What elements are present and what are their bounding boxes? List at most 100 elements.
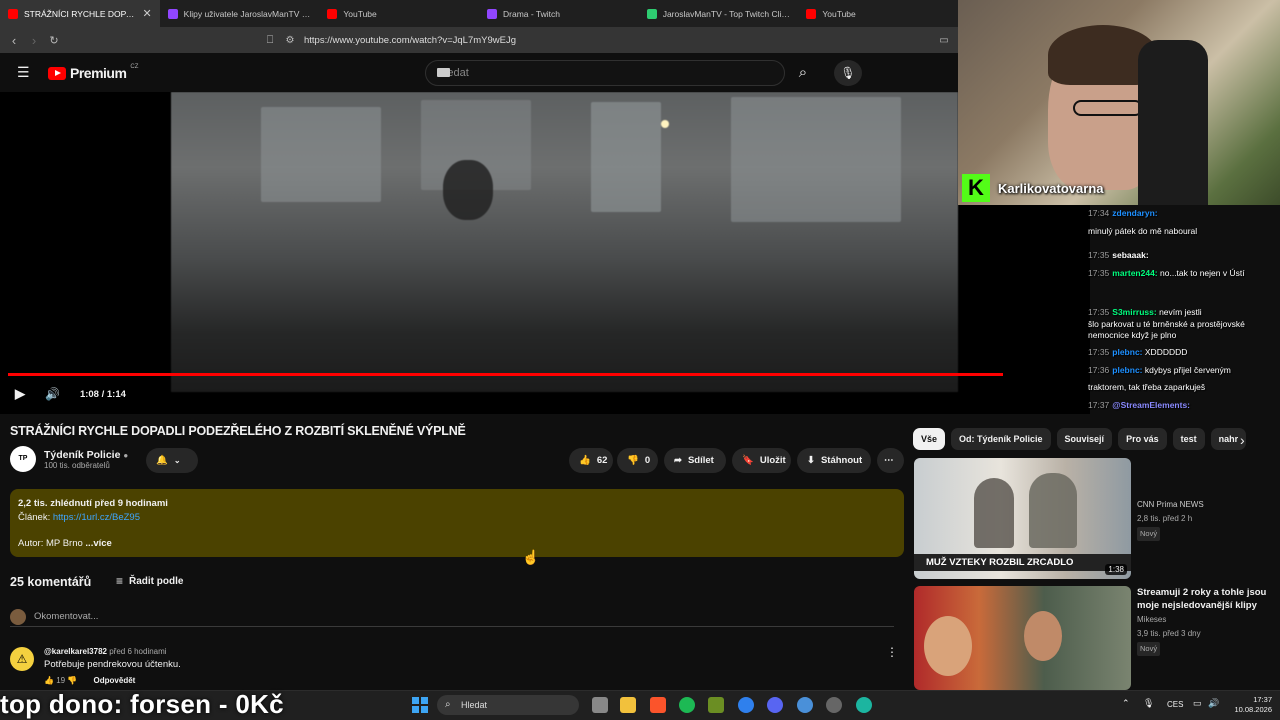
chat-line: 17:35 sebaaak: (1088, 250, 1149, 260)
youtube-favicon-icon (806, 8, 817, 19)
comment-menu-icon[interactable]: ⋮ (886, 645, 898, 659)
related-meta: 2,8 tis. před 2 h (1137, 514, 1193, 523)
brave-browser-icon[interactable] (650, 697, 666, 713)
streamer-webcam (958, 0, 1280, 205)
like-button[interactable]: 👍 62 (569, 448, 613, 473)
description-author: Autor: MP Brno ...více (18, 538, 112, 549)
address-bar-row: ‹ › ↻ ⎕ ⚙ https://www.youtube.com/watch?… (0, 27, 958, 53)
microphone-icon[interactable]: 🎙 (834, 60, 862, 86)
twitch-favicon-icon (487, 8, 498, 19)
related-thumbnail[interactable] (914, 586, 1131, 690)
channel-avatar[interactable]: TP (10, 446, 36, 472)
menu-icon[interactable]: ☰ (17, 65, 31, 79)
channel-name[interactable]: Týdeník Policie ● (44, 449, 128, 461)
spotify-icon[interactable] (679, 697, 695, 713)
like-count: 62 (596, 455, 608, 466)
file-explorer-icon[interactable] (620, 697, 636, 713)
bell-icon: 🔔 (156, 455, 168, 466)
taskbar-clock[interactable]: 17:37 10.08.2026 (1230, 695, 1272, 715)
chat-line: 17:37 @StreamElements: (1088, 400, 1191, 410)
tray-chevron-icon[interactable]: ⌃ (1122, 698, 1130, 709)
bookmark-icon[interactable]: ⎕ (260, 34, 280, 47)
comment-author[interactable]: @karelkarel3782 (44, 647, 107, 656)
notification-bell-button[interactable]: 🔔 ⌄ (146, 448, 198, 473)
user-avatar (10, 608, 26, 625)
search-icon[interactable]: ⌕ (785, 60, 821, 86)
app-icon[interactable] (708, 697, 724, 713)
browser-tab[interactable]: YouTube (319, 0, 479, 27)
related-title[interactable]: Streamuji 2 roky a tohle jsou moje nejsl… (1137, 587, 1267, 612)
volume-icon[interactable]: 🔊 (1208, 698, 1219, 709)
task-view-icon[interactable] (592, 697, 608, 713)
browser-tab[interactable]: Klipy uživatele JaroslavManTV - Twi (160, 0, 320, 27)
volume-icon[interactable]: 🔊 (45, 387, 60, 401)
more-actions-button[interactable]: ⋯ (877, 448, 904, 473)
share-button[interactable]: ➦ Sdílet (664, 448, 726, 473)
related-channel[interactable]: CNN Prima NEWS (1137, 499, 1204, 511)
youtube-logo[interactable]: Premium CZ (48, 64, 139, 81)
app-icon[interactable] (826, 697, 842, 713)
mouse-cursor-icon: ☝ (522, 549, 540, 565)
show-more-link[interactable]: ...více (85, 538, 111, 549)
chat-line: 17:35 S3mirruss: nevím jestli (1088, 307, 1202, 317)
browser-tab-active[interactable]: STRÁŽNÍCI RYCHLE DOPADLI P ✕ (0, 0, 160, 27)
tab-title: Klipy uživatele JaroslavManTV - Twi (183, 8, 312, 19)
kick-logo-icon: K (962, 174, 990, 202)
reply-button[interactable]: Odpovědět (94, 676, 136, 685)
tray-mic-icon[interactable]: 🎙 (1143, 698, 1154, 709)
browser-tab[interactable]: YouTube (798, 0, 958, 27)
chat-line: 17:34 zdendaryn: (1088, 208, 1158, 218)
stream-chat: 17:34 zdendaryn: minulý pátek do mě nabou… (1086, 205, 1280, 495)
browser-tab[interactable]: JaroslavManTV - Top Twitch Clips (639, 0, 799, 27)
save-button[interactable]: 🔖 Uložit (732, 448, 791, 473)
edge-icon[interactable] (856, 697, 872, 713)
chip-from-channel[interactable]: Od: Týdeník Policie (951, 428, 1051, 450)
language-indicator[interactable]: CES (1167, 700, 1183, 709)
progress-bar[interactable] (8, 373, 1003, 376)
logo-region: CZ (130, 64, 139, 70)
browser-tab[interactable]: Drama - Twitch (479, 0, 639, 27)
youtube-favicon-icon (327, 8, 338, 19)
network-icon[interactable]: ▭ (1193, 698, 1202, 709)
taskbar-search[interactable]: ⌕ Hledat (437, 695, 579, 715)
streamer-name: Karlikovatovarna (998, 181, 1104, 196)
subscriber-count: 100 tis. odběratelů (44, 460, 110, 470)
commenter-avatar[interactable]: ⚠ (10, 647, 34, 671)
reload-icon[interactable]: ↻ (44, 34, 64, 47)
channel-row: TP Týdeník Policie ● 100 tis. odběratelů (10, 446, 128, 472)
chat-line: minulý pátek do mě naboural (1088, 226, 1198, 236)
window-icon[interactable]: ▭ (934, 35, 954, 46)
dislike-button[interactable]: 👎 0 (617, 448, 658, 473)
sort-comments-button[interactable]: ≡ Řadit podle (116, 574, 183, 588)
video-frame (171, 92, 958, 392)
comment-likes: 19 (56, 676, 66, 685)
description-box[interactable]: 2,2 tis. zhlédnutí před 9 hodinami Článe… (10, 489, 904, 557)
close-tab-icon[interactable]: ✕ (142, 7, 151, 20)
time-display: 1:08 / 1:14 (79, 388, 126, 400)
ccleaner-icon[interactable] (738, 697, 754, 713)
chat-line: šlo parkovat u té brněnské a prostějovsk… (1088, 319, 1245, 329)
comment-like-icon[interactable]: 👍 (44, 676, 54, 685)
tab-title: Drama - Twitch (503, 8, 561, 19)
url-input[interactable]: https://www.youtube.com/watch?v=JqL7mY9w… (304, 35, 516, 46)
download-button[interactable]: ⬇ Stáhnout (797, 448, 871, 473)
bookmark-icon: 🔖 (742, 455, 754, 466)
play-icon[interactable]: ▶ (15, 386, 25, 402)
chat-line: 17:35 plebnc: XDDDDDD (1088, 347, 1188, 357)
discord-icon[interactable] (767, 697, 783, 713)
search-input[interactable]: Hledat (425, 60, 785, 86)
site-info-icon[interactable]: ⚙ (280, 35, 300, 46)
article-link[interactable]: https://1url.cz/BeZ95 (53, 512, 140, 523)
forward-icon[interactable]: › (24, 33, 44, 48)
start-icon[interactable] (412, 697, 428, 713)
ccleaner-icon[interactable] (797, 697, 813, 713)
comment-placeholder: Okomentovat... (34, 611, 99, 622)
video-player[interactable]: ▶ 🔊 1:08 / 1:14 (0, 92, 1090, 414)
back-icon[interactable]: ‹ (4, 33, 24, 48)
chip-all[interactable]: Vše (913, 428, 946, 450)
related-channel[interactable]: Mikeses (1137, 614, 1166, 626)
add-comment-field[interactable]: Okomentovat... (10, 607, 894, 627)
keyboard-icon[interactable] (437, 68, 450, 77)
comment-dislike-icon[interactable]: 👎 (67, 676, 77, 685)
download-icon: ⬇ (807, 455, 815, 466)
